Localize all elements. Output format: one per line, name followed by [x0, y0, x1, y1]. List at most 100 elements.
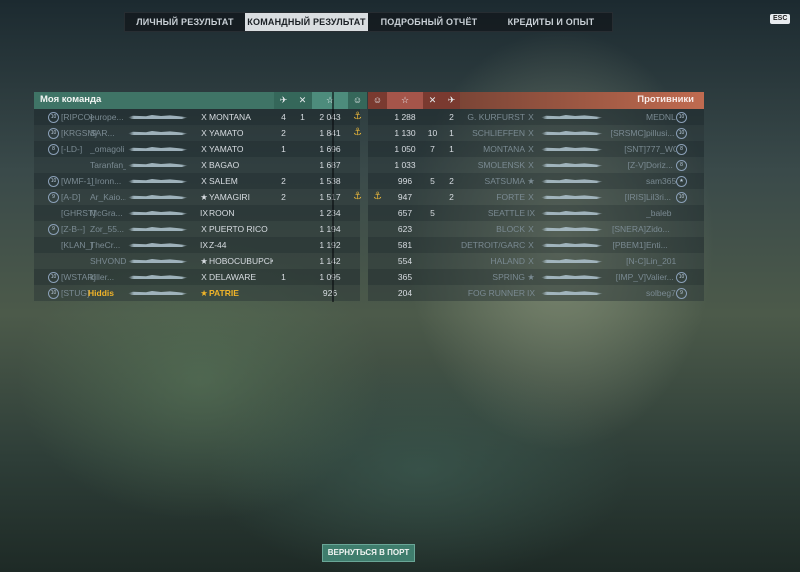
return-to-port-button[interactable]: ВЕРНУТЬСЯ В ПОРТ — [322, 544, 415, 562]
planes-destroyed: 1 — [281, 272, 286, 282]
rank-badge-icon: 10 — [676, 128, 687, 139]
player-name[interactable]: 777_WO... — [646, 141, 676, 157]
table-row: [KLAN_] TheCr... IX Z-44 1 192 581 DETROIT/GAR… — [34, 237, 704, 253]
base-xp: 1 095 — [319, 272, 341, 282]
player-clan[interactable]: [N-C] — [610, 253, 646, 269]
rank-badge-icon: 10 — [48, 272, 59, 283]
tab-detailed-report[interactable]: ПОДРОБНЫЙ ОТЧЁТ — [368, 13, 490, 31]
ship-tier: X — [528, 112, 534, 122]
player-name[interactable]: Hiddis — [88, 285, 124, 301]
my-team-title: Моя команда — [40, 94, 102, 105]
anchor-icon: ⚓ — [353, 111, 362, 122]
ship-tier: X — [528, 256, 534, 266]
player-name[interactable]: SAR... — [90, 125, 126, 141]
player-name[interactable]: solbeg78 — [646, 285, 676, 301]
ship-name: HOBOCUBUPCK — [209, 256, 273, 266]
ship-name: MONTANA — [483, 144, 525, 154]
rank-badge-icon: 9 — [676, 288, 687, 299]
planes-destroyed: 2 — [449, 176, 454, 186]
tab-team-result[interactable]: КОМАНДНЫЙ РЕЗУЛЬТАТ — [245, 13, 368, 31]
table-row: 10 [KRGSM] SAR... X YAMATO 2 1 841 ⚓ 1 130 10 1 SCH… — [34, 125, 704, 141]
player-clan[interactable]: [SRSMC] — [610, 125, 646, 141]
anchor-icon: ⚓ — [353, 191, 362, 202]
tab-personal-result[interactable]: ЛИЧНЫЙ РЕЗУЛЬТАТ — [125, 13, 245, 31]
player-name[interactable]: Zor_55... — [90, 221, 126, 237]
ship-name: G. KURFURST — [467, 112, 525, 122]
player-name[interactable]: MEDNLITER — [646, 109, 676, 125]
results-tabs: ЛИЧНЫЙ РЕЗУЛЬТАТ КОМАНДНЫЙ РЕЗУЛЬТАТ ПОД… — [124, 12, 613, 32]
table-row: [GHRST] McGra... IX ROON 1 234 657 5 SEATTLE IX _… — [34, 205, 704, 221]
player-clan[interactable]: [IRIS] — [610, 189, 646, 205]
planes-destroyed: 1 — [449, 128, 454, 138]
base-xp: 926 — [322, 288, 338, 298]
ship-name: MONTANA — [209, 112, 251, 122]
rank-badge-icon: 9 — [48, 224, 59, 235]
player-name[interactable]: Doriz... — [646, 157, 676, 173]
base-xp: 1 130 — [394, 128, 416, 138]
xp-star-icon: ☆ — [387, 92, 423, 109]
player-name[interactable]: _Ironn... — [90, 173, 126, 189]
player-clan[interactable]: [SNT] — [610, 141, 646, 157]
player-name[interactable]: SHVONDER_D... — [90, 253, 126, 269]
table-row: 10 [WSTAR] killer... X DELAWARE 1 1 095 365 SPRI… — [34, 269, 704, 285]
player-name[interactable]: _omagoli — [90, 141, 126, 157]
base-xp: 1 841 — [319, 128, 341, 138]
base-xp: 947 — [397, 192, 413, 202]
rank-badge-icon: 8 — [48, 144, 59, 155]
player-clan[interactable]: [PBEM1] — [610, 237, 646, 253]
ship-name: HALAND — [490, 256, 525, 266]
crossed-swords-icon: ✕ — [423, 92, 442, 109]
player-name[interactable]: sam365... — [646, 173, 676, 189]
ship-name: ROON — [209, 208, 235, 218]
ship-name: Z-44 — [209, 240, 227, 250]
tab-credits-xp[interactable]: КРЕДИТЫ И ОПЫТ — [490, 13, 612, 31]
enemy-team-header: Противники — [460, 92, 704, 109]
rank-badge-icon: 8 — [676, 160, 687, 171]
ship-name: PATRIE — [209, 288, 239, 298]
player-clan[interactable]: [Z-V] — [610, 157, 646, 173]
base-xp: 365 — [397, 272, 413, 282]
base-xp: 1 033 — [394, 160, 416, 170]
rank-badge-icon: 10 — [48, 112, 59, 123]
table-header: Моя команда ✈ ✕ ☆ ☺ ☺ ☆ ✕ ✈ Противники — [34, 92, 704, 109]
player-name[interactable]: Valier... — [646, 269, 676, 285]
player-name[interactable]: pillusi... — [646, 125, 676, 141]
rank-badge-icon: 10 — [48, 288, 59, 299]
rank-badge-icon: 10 — [48, 176, 59, 187]
base-xp: 1 050 — [394, 144, 416, 154]
player-clan[interactable]: [IMP_V] — [610, 269, 646, 285]
plane-icon: ✈ — [442, 92, 461, 109]
ship-tier: X — [528, 224, 534, 234]
player-name[interactable]: Lin_201 — [646, 253, 676, 269]
player-name[interactable]: europe... — [90, 109, 126, 125]
table-row: SHVONDER_D...★HOBOCUBUPCK1 142554HALANDX… — [34, 253, 704, 269]
base-xp: 554 — [397, 256, 413, 266]
esc-close-button[interactable]: ESC — [770, 14, 791, 24]
base-xp: 996 — [397, 176, 413, 186]
player-name[interactable]: McGra... — [90, 205, 126, 221]
ship-tier: ★ — [527, 272, 535, 282]
player-name[interactable]: _baleb — [646, 205, 676, 221]
ship-tier: X — [528, 128, 534, 138]
player-name[interactable]: Ar_Kaio... — [90, 189, 126, 205]
player-name[interactable]: TheCr... — [90, 237, 126, 253]
player-name[interactable]: Zido... — [646, 221, 676, 237]
base-xp: 2 043 — [319, 112, 341, 122]
player-name[interactable]: Taranfan_201 — [90, 157, 126, 173]
ship-tier: ★ — [527, 176, 535, 186]
ship-name: SCHLIEFFEN — [472, 128, 525, 138]
base-xp: 1 696 — [319, 144, 341, 154]
player-rows: 10 [RIPCO] europe... X MONTANA 4 1 2 043 ⚓ 1 288 2… — [34, 109, 704, 301]
player-clan[interactable]: [SNERA] — [610, 221, 646, 237]
rank-badge-icon: 9 — [48, 192, 59, 203]
player-name[interactable]: Enti... — [646, 237, 676, 253]
smile-icon: ☺ — [368, 92, 387, 109]
ship-name: SEATTLE — [487, 208, 525, 218]
anchor-icon: ⚓ — [353, 127, 362, 138]
table-row: 9 [A-D] Ar_Kaio... ★ YAMAGIRI 2 1 517 ⚓ ⚓ 947 2 FOR… — [34, 189, 704, 205]
ship-name: YAMAGIRI — [209, 192, 250, 202]
player-name[interactable]: Lil3ri... — [646, 189, 676, 205]
ship-name: YAMATO — [209, 144, 244, 154]
ships-destroyed: 5 — [430, 208, 435, 218]
player-name[interactable]: killer... — [90, 269, 126, 285]
